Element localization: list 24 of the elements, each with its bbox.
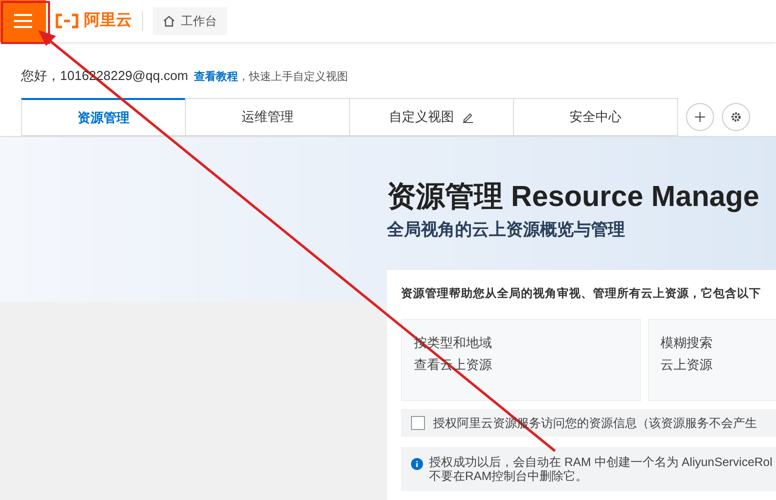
hint-text: ，快速上手自定义视图 — [238, 70, 348, 85]
settings-icon — [730, 111, 742, 123]
info-icon — [411, 458, 423, 470]
view-tab[interactable]: 安全中心 — [513, 98, 678, 136]
menu-icon — [14, 14, 32, 28]
banner-subtitle: 全局视角的云上资源概览与管理 — [387, 219, 626, 241]
view-tab[interactable]: 自定义视图 — [349, 98, 514, 136]
brand-name: 阿里云 — [84, 11, 132, 31]
info-text: 授权成功以后，会自动在 RAM 中创建一个名为 AliyunServiceRol — [429, 455, 772, 470]
add-view-button[interactable] — [686, 103, 714, 131]
banner-title: 资源管理 Resource Manage — [387, 180, 760, 215]
feature-subtitle: 云上资源 — [660, 356, 712, 374]
intro-text: 资源管理帮助您从全局的视角审视、管理所有云上资源，它包含以下 — [401, 286, 762, 302]
feature-tile[interactable]: 模糊搜索 云上资源 — [648, 319, 776, 402]
consent-checkbox[interactable] — [411, 416, 425, 430]
logo-icon — [54, 13, 80, 29]
info-text: 不要在RAM控制台中删除它。 — [429, 469, 589, 484]
plus-icon — [695, 112, 705, 122]
tutorial-link[interactable]: 查看教程 — [194, 69, 238, 86]
view-tab[interactable]: 运维管理 — [185, 98, 350, 136]
feature-title: 模糊搜索 — [660, 334, 712, 352]
settings-button[interactable] — [722, 103, 750, 131]
home-icon — [163, 15, 175, 27]
workbench-button[interactable]: 工作台 — [153, 7, 227, 35]
